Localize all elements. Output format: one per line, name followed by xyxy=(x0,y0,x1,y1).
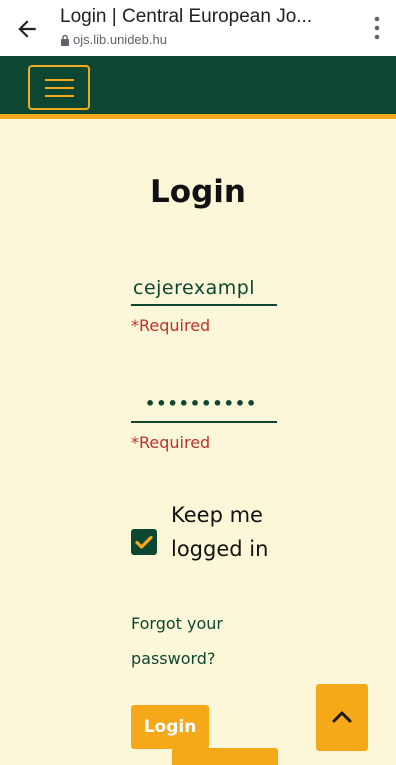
chevron-up-icon xyxy=(332,711,352,723)
password-required-error: *Required xyxy=(131,433,211,452)
url-display[interactable]: ojs.lib.unideb.hu xyxy=(60,32,167,47)
url-text: ojs.lib.unideb.hu xyxy=(73,32,167,47)
site-header xyxy=(0,56,396,119)
keep-logged-in-checkbox[interactable] xyxy=(131,529,157,555)
username-input[interactable]: cejerexampl xyxy=(131,274,277,306)
register-button[interactable] xyxy=(172,748,278,765)
username-required-error: *Required xyxy=(131,316,211,335)
checkmark-icon xyxy=(135,535,153,549)
back-arrow-icon[interactable] xyxy=(14,16,40,42)
lock-icon xyxy=(61,34,69,46)
browser-toolbar: Login | Central European Jo... ojs.lib.u… xyxy=(0,0,396,56)
page-title-browser: Login | Central European Jo... xyxy=(60,6,313,27)
keep-logged-in-label[interactable]: Keep me logged in xyxy=(171,498,291,566)
hamburger-menu-icon[interactable] xyxy=(28,65,90,110)
login-button[interactable]: Login xyxy=(131,705,209,749)
password-input[interactable]: •••••••••• xyxy=(131,391,277,423)
login-heading: Login xyxy=(150,174,246,210)
forgot-password-link[interactable]: Forgot your password? xyxy=(131,606,261,676)
scroll-to-top-button[interactable] xyxy=(316,684,368,751)
overflow-menu-icon[interactable] xyxy=(372,14,382,42)
